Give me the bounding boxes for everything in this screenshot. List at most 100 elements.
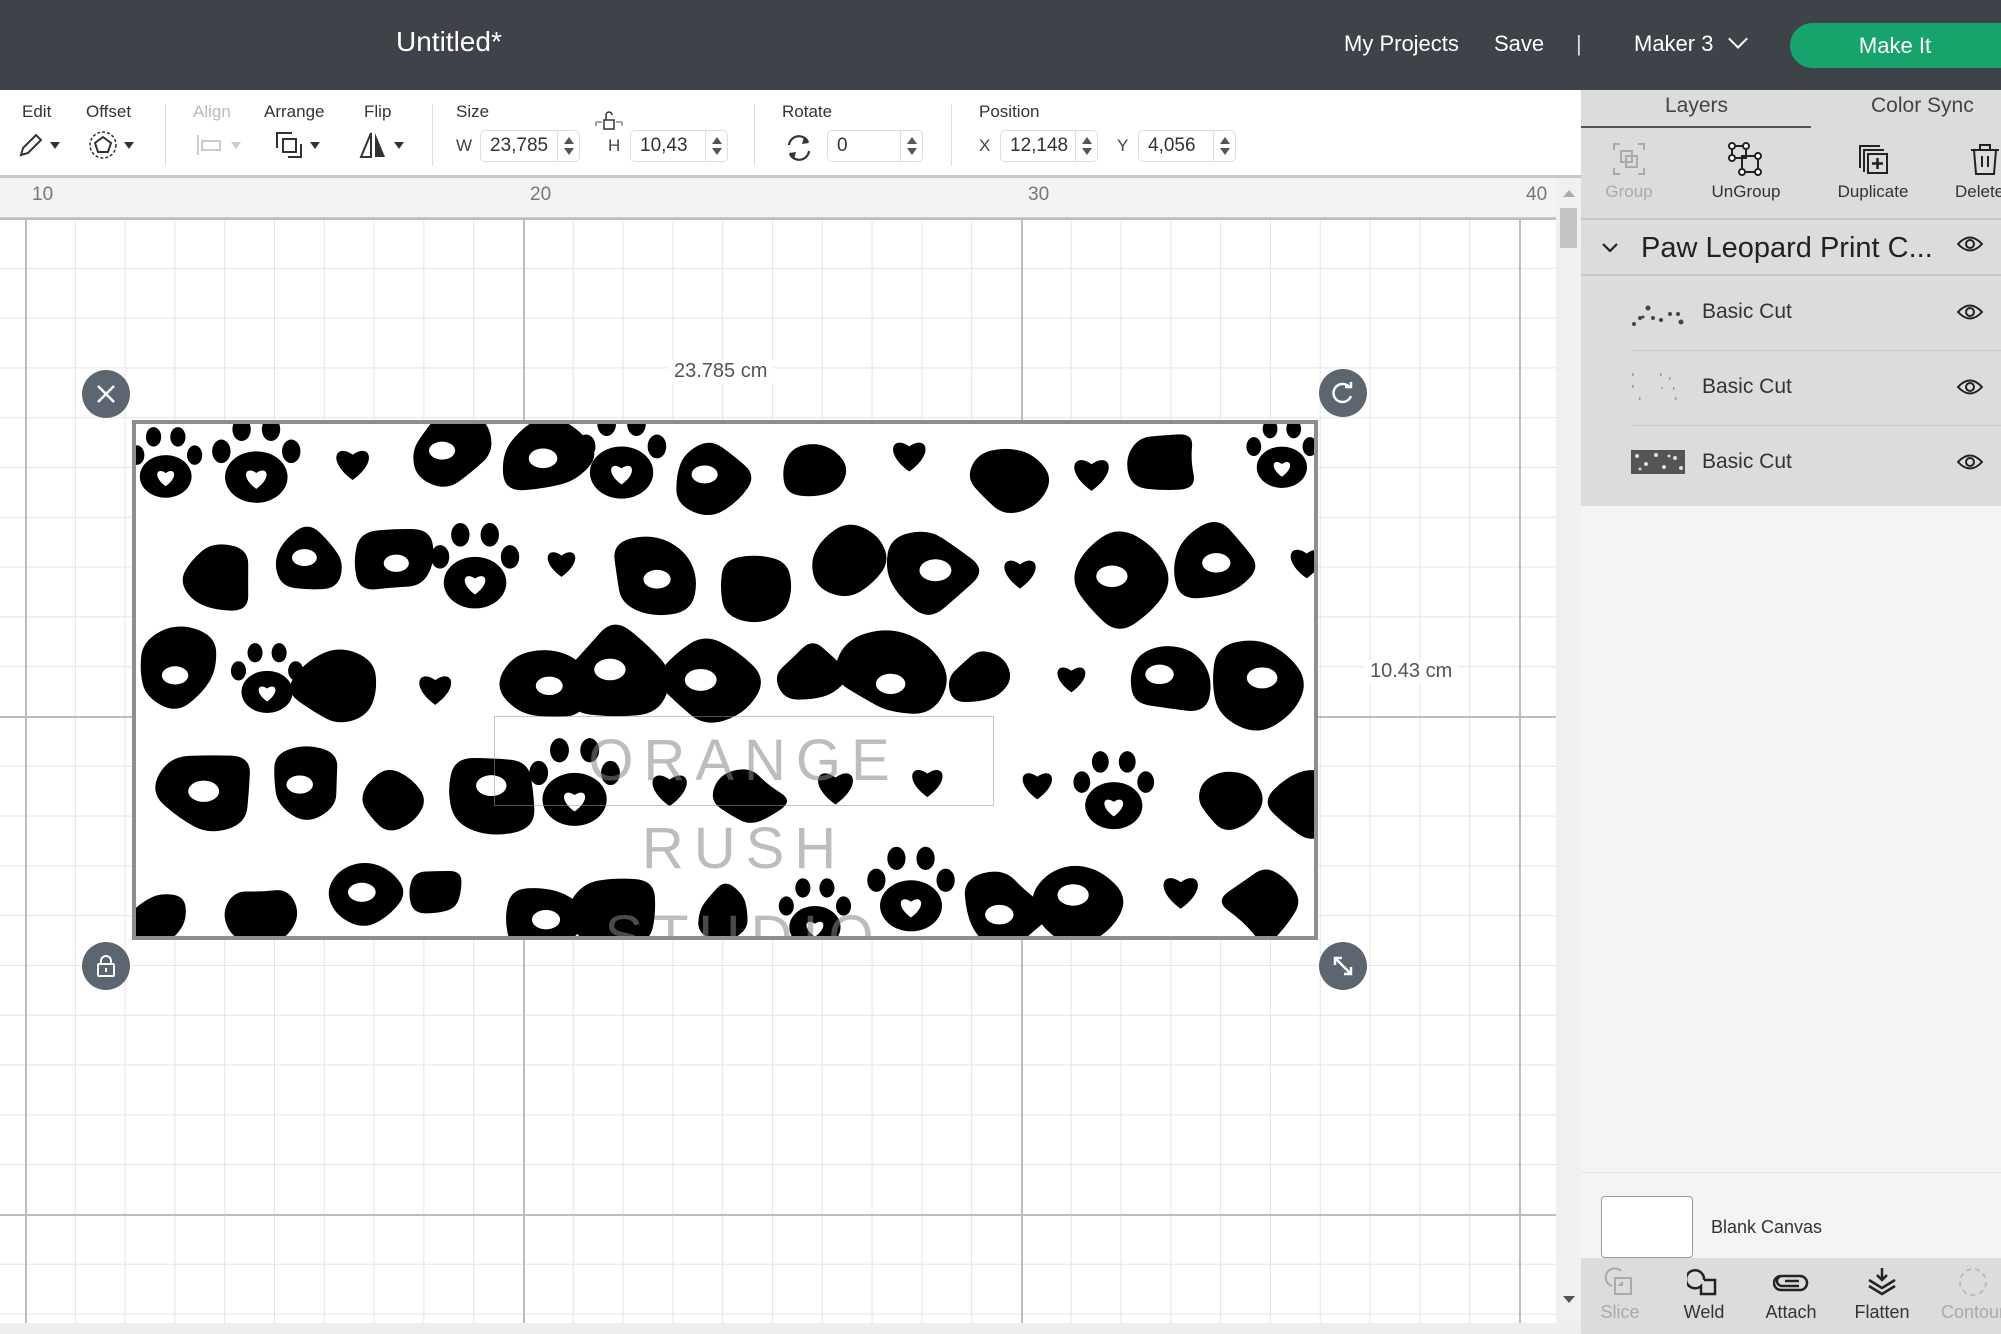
flip-dropdown[interactable] [358,130,404,160]
toolbar-divider [165,104,166,166]
align-dropdown[interactable] [195,130,241,160]
weld-button[interactable]: Weld [1673,1258,1735,1334]
paw-toe [145,427,162,447]
y-position-input[interactable]: 4,056 [1138,130,1236,162]
tab-layers[interactable]: Layers [1665,94,1728,118]
scroll-up-icon[interactable] [1563,190,1575,197]
spot-hole [1246,667,1278,689]
offset-label: Offset [86,102,132,121]
leopard-spot [1267,770,1314,839]
eye-icon[interactable] [1957,452,1983,472]
spot-hole [919,559,952,582]
my-projects-link[interactable]: My Projects [1344,31,1459,57]
heart-shape [1022,773,1053,800]
group-button[interactable]: Group [1591,128,1667,220]
x-stepper[interactable] [1075,131,1097,161]
scrollbar-thumb[interactable] [1560,208,1577,248]
flatten-icon [1868,1268,1896,1296]
edit-label: Edit [22,102,52,121]
flatten-button[interactable]: Flatten [1843,1258,1921,1334]
paw-toe [451,523,470,547]
layer-item[interactable]: Basic Cut [1631,276,2001,351]
ungroup-button[interactable]: UnGroup [1701,128,1791,220]
arrange-dropdown[interactable] [274,130,320,160]
scroll-down-icon[interactable] [1563,1296,1575,1303]
paw-toe [1073,771,1091,793]
layer-item[interactable]: Basic Cut [1631,351,2001,426]
layer-item[interactable]: Basic Cut [1631,426,2001,501]
delete-button[interactable]: Delete [1955,128,2001,220]
chevron-down-icon [1728,29,1749,49]
slice-button[interactable]: Slice [1589,1258,1651,1334]
heart-shape [1290,549,1314,579]
attach-button[interactable]: Attach [1753,1258,1829,1334]
rotate-input[interactable]: 0 [827,130,923,162]
layers-panel: Layers Color Sync Group UnGroup Duplicat… [1581,90,2001,1334]
ruler-tick: 20 [530,184,552,205]
resize-icon [1333,956,1353,976]
spot-hole [684,668,717,691]
layer-name: Basic Cut [1702,375,1792,398]
rotate-stepper[interactable] [900,131,922,161]
spot-hole [188,780,220,802]
heart-shape [1004,560,1036,589]
eye-icon[interactable] [1957,234,1983,254]
width-input[interactable]: 23,785 [480,130,580,162]
make-it-button[interactable]: Make It [1790,23,2001,68]
toolbar-divider [951,104,952,166]
vertical-scrollbar[interactable] [1556,178,1581,1323]
paw-toe [136,445,145,465]
spot-hole [161,666,189,685]
watermark: ORANGE RUSH STUDIO [494,716,994,936]
height-value: 10,43 [640,135,688,156]
duplicate-button[interactable]: Duplicate [1828,128,1918,220]
spot-hole [286,775,313,794]
layer-group-row[interactable]: Paw Leopard Print C... [1581,220,2001,276]
rotate-handle[interactable] [1319,369,1367,417]
edit-dropdown[interactable] [18,130,60,160]
height-input[interactable]: 10,43 [630,130,728,162]
paw-toe [430,545,450,569]
chevron-down-icon[interactable] [1601,242,1619,254]
blank-canvas-label: Blank Canvas [1711,1217,1823,1237]
ungroup-icon [1728,142,1762,176]
save-link[interactable]: Save [1494,31,1544,57]
spot-hole [383,554,409,572]
lock-open-icon[interactable] [594,108,624,134]
eye-icon[interactable] [1957,302,1983,322]
delete-handle[interactable] [82,370,130,418]
horizontal-scrollbar[interactable] [0,1323,1581,1334]
tab-color-sync[interactable]: Color Sync [1871,94,1974,118]
heart-shape [1074,460,1109,491]
y-value: 4,056 [1148,135,1196,156]
duplicate-label: Duplicate [1837,182,1909,201]
spot-hole [1202,553,1231,573]
spot-hole [691,465,718,484]
edit-toolbar: Edit Offset Align Arrange Flip Size W 23… [0,90,1581,178]
spot-hole [528,448,558,469]
spot-hole [1096,565,1128,588]
caret-down-icon [231,141,241,149]
scale-handle[interactable] [1319,942,1367,990]
paw-toe [576,434,596,459]
contour-button[interactable]: Contour [1933,1258,2001,1334]
height-stepper[interactable] [705,131,727,161]
spot-hole [1057,884,1089,906]
width-stepper[interactable] [557,131,579,161]
leopard-spot [1127,434,1194,490]
blank-canvas-row[interactable]: Blank Canvas [1581,1172,2001,1258]
layer-actions: Group UnGroup Duplicate Delete [1581,128,2001,220]
offset-dropdown[interactable] [88,130,134,160]
machine-selector[interactable]: Maker 3 [1634,29,1749,57]
selected-design[interactable]: ORANGE RUSH STUDIO [132,420,1318,940]
project-title[interactable]: Untitled* [396,26,502,58]
eye-icon[interactable] [1957,377,1983,397]
group-icon [1613,143,1645,175]
x-value: 12,148 [1010,135,1069,156]
paw-toe [282,439,301,464]
slice-icon [1604,1267,1632,1295]
lock-handle[interactable] [82,942,130,990]
y-stepper[interactable] [1213,131,1235,161]
ruler-tick: 10 [32,184,54,205]
x-position-input[interactable]: 12,148 [1000,130,1098,162]
